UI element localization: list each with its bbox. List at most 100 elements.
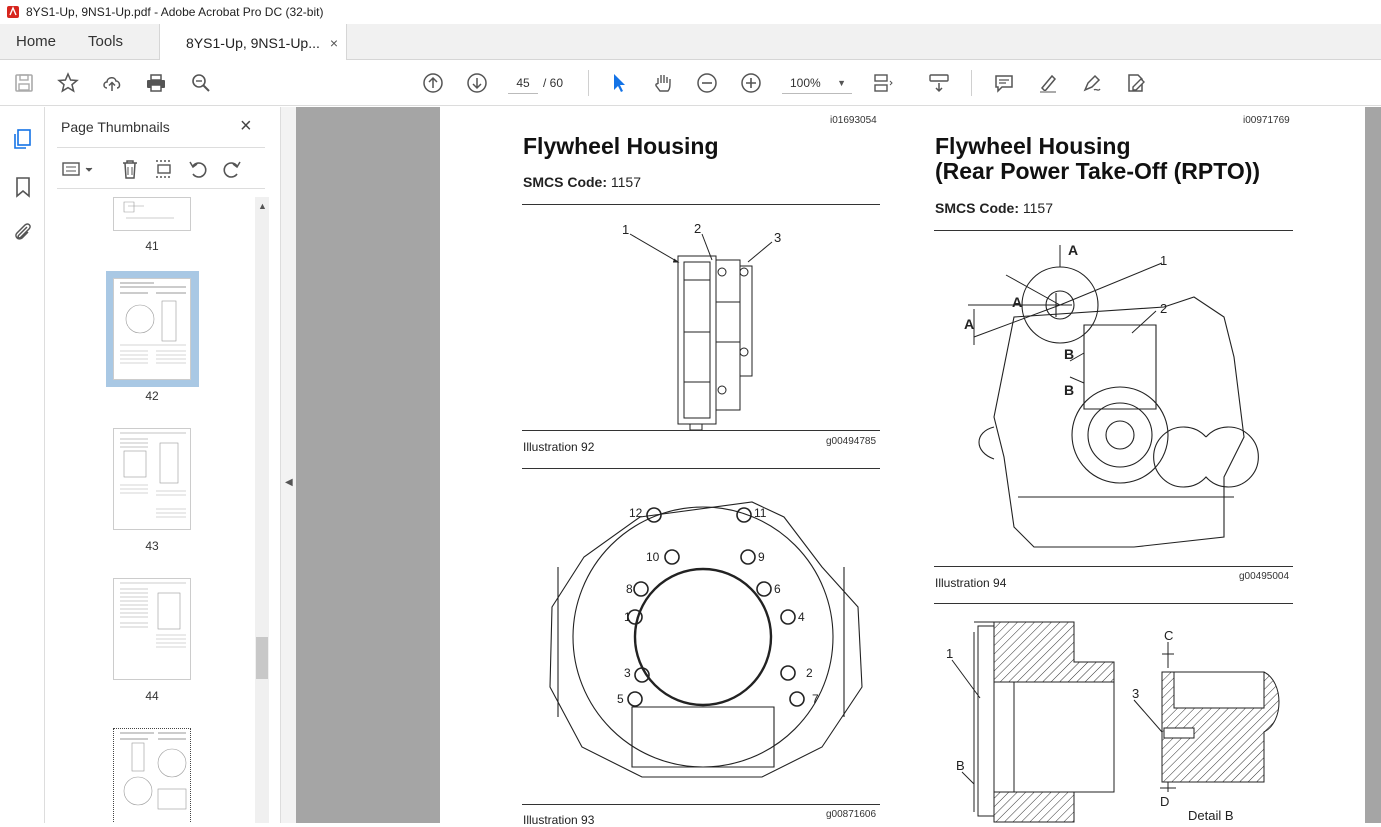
chevron-down-icon: ▼ — [837, 78, 846, 88]
extract-page-icon[interactable] — [153, 158, 175, 180]
search-zoom-icon[interactable] — [189, 71, 213, 95]
thumbnail-page[interactable] — [113, 278, 191, 380]
hand-tool-icon[interactable] — [651, 71, 675, 95]
bolt-label: 5 — [617, 692, 624, 706]
illustration-rule — [934, 566, 1293, 567]
edit-pdf-icon[interactable] — [1124, 71, 1148, 95]
callout-1: 1 — [946, 646, 953, 661]
section-rule — [934, 230, 1293, 231]
thumbnail-page-current[interactable] — [113, 728, 191, 823]
bolt-label: 8 — [626, 582, 633, 596]
callout-a: A — [964, 316, 974, 332]
thumbnail-page[interactable] — [113, 428, 191, 530]
thumbnail-page[interactable] — [113, 578, 191, 680]
section-rule — [522, 468, 880, 469]
smcs-value: 1157 — [1022, 200, 1053, 216]
zoom-value: 100% — [790, 76, 821, 90]
bolt-label: 6 — [774, 582, 781, 596]
bolt-label: 10 — [646, 550, 660, 564]
bolt-label: 9 — [758, 550, 765, 564]
section-title-line2: (Rear Power Take-Off (RPTO)) — [935, 158, 1261, 184]
scrollbar-thumb[interactable] — [256, 637, 268, 679]
illustration-caption: Illustration 93 — [523, 813, 595, 827]
panel-close-icon[interactable]: × — [240, 115, 252, 138]
bolt-label: 3 — [624, 666, 631, 680]
tab-tools[interactable]: Tools — [72, 24, 139, 59]
tab-close-icon[interactable]: × — [330, 35, 338, 51]
bolt-label: 12 — [629, 506, 643, 520]
bolt-label: 11 — [754, 506, 767, 520]
bolt-label: 1 — [624, 610, 631, 624]
smcs-code: SMCS Code: 1157 — [935, 200, 1053, 216]
tab-document[interactable]: 8YS1-Up, 9NS1-Up... × — [159, 24, 348, 61]
zoom-out-icon[interactable] — [695, 71, 719, 95]
page-number-input[interactable]: 45 — [508, 72, 538, 94]
callout-c: C — [1164, 628, 1173, 643]
illustration-92-figure: 1 2 3 — [622, 221, 781, 431]
highlight-pen-icon[interactable] — [1036, 71, 1060, 95]
illustration-caption: Illustration 92 — [523, 440, 595, 454]
upload-cloud-icon[interactable] — [100, 71, 124, 95]
page-thumbnails-icon[interactable] — [11, 127, 35, 151]
callout-1: 1 — [622, 222, 629, 237]
delete-page-icon[interactable] — [119, 158, 141, 180]
illustration-94-figure: A A A B B 1 2 — [964, 242, 1259, 548]
sign-pen-icon[interactable] — [1080, 71, 1104, 95]
thumbnail-options-icon[interactable] — [61, 158, 97, 180]
title-bar: 8YS1-Up, 9NS1-Up.pdf - Adobe Acrobat Pro… — [0, 0, 1381, 24]
callout-b: B — [1064, 346, 1074, 362]
page-ref-id: i00971769 — [1243, 115, 1290, 126]
section-title: Flywheel Housing — [935, 133, 1131, 159]
callout-3: 3 — [774, 230, 781, 245]
zoom-select[interactable]: 100% ▼ — [782, 72, 852, 94]
toolbar-divider — [971, 70, 972, 96]
thumbnail-scrollbar[interactable]: ▲ — [255, 197, 269, 823]
section-rule — [934, 603, 1293, 604]
select-cursor-icon[interactable] — [607, 71, 631, 95]
star-icon[interactable] — [56, 71, 80, 95]
left-rail — [0, 107, 45, 823]
smcs-label: SMCS Code: — [935, 200, 1019, 216]
zoom-in-icon[interactable] — [739, 71, 763, 95]
bookmark-icon[interactable] — [11, 175, 35, 199]
scroll-mode-icon[interactable] — [927, 71, 951, 95]
toolbar-divider — [588, 70, 589, 96]
panel-collapse-handle[interactable]: ◀ — [280, 107, 296, 823]
page-fit-icon[interactable] — [870, 71, 894, 95]
illustration-93-figure: 12 11 10 9 8 6 1 4 3 2 5 7 — [549, 501, 863, 778]
thumbnail-page[interactable] — [113, 197, 191, 231]
callout-b: B — [1064, 382, 1074, 398]
smcs-code: SMCS Code: 1157 — [523, 174, 641, 190]
smcs-value: 1157 — [610, 174, 641, 190]
print-icon[interactable] — [144, 71, 168, 95]
comment-icon[interactable] — [992, 71, 1016, 95]
tab-document-label: 8YS1-Up, 9NS1-Up... — [186, 34, 320, 51]
graphic-code: g00871606 — [826, 809, 877, 820]
callout-2: 2 — [694, 221, 701, 236]
illustration-detail-figure: 1 B C 3 D Detail B — [946, 621, 1280, 823]
smcs-label: SMCS Code: — [523, 174, 607, 190]
chevron-left-icon[interactable]: ◀ — [285, 477, 293, 488]
callout-2: 2 — [1160, 301, 1167, 316]
window-title: 8YS1-Up, 9NS1-Up.pdf - Adobe Acrobat Pro… — [26, 5, 324, 19]
graphic-code: g00494785 — [826, 436, 877, 447]
page-total: / 60 — [543, 76, 564, 90]
section-title: Flywheel Housing — [523, 133, 719, 159]
tab-bar: Home Tools 8YS1-Up, 9NS1-Up... × — [0, 24, 1381, 61]
tab-home[interactable]: Home — [0, 24, 72, 59]
rotate-ccw-icon[interactable] — [187, 158, 209, 180]
detail-label: Detail B — [1188, 808, 1234, 823]
scroll-up-icon[interactable]: ▲ — [258, 201, 267, 211]
thumbnail-label: 44 — [145, 689, 159, 703]
section-rule — [522, 204, 880, 205]
illustration-rule — [522, 804, 880, 805]
save-icon[interactable] — [12, 71, 36, 95]
bolt-label: 2 — [806, 666, 813, 680]
attachment-icon[interactable] — [11, 220, 35, 244]
illustration-rule — [522, 430, 880, 431]
rotate-cw-icon[interactable] — [221, 158, 243, 180]
document-canvas[interactable]: i01693054 Flywheel Housing SMCS Code: 11… — [296, 107, 1381, 827]
prev-page-icon[interactable] — [421, 71, 445, 95]
thumbnail-panel: Page Thumbnails × 41 42 43 44 ▲ — [45, 107, 280, 823]
next-page-icon[interactable] — [465, 71, 489, 95]
